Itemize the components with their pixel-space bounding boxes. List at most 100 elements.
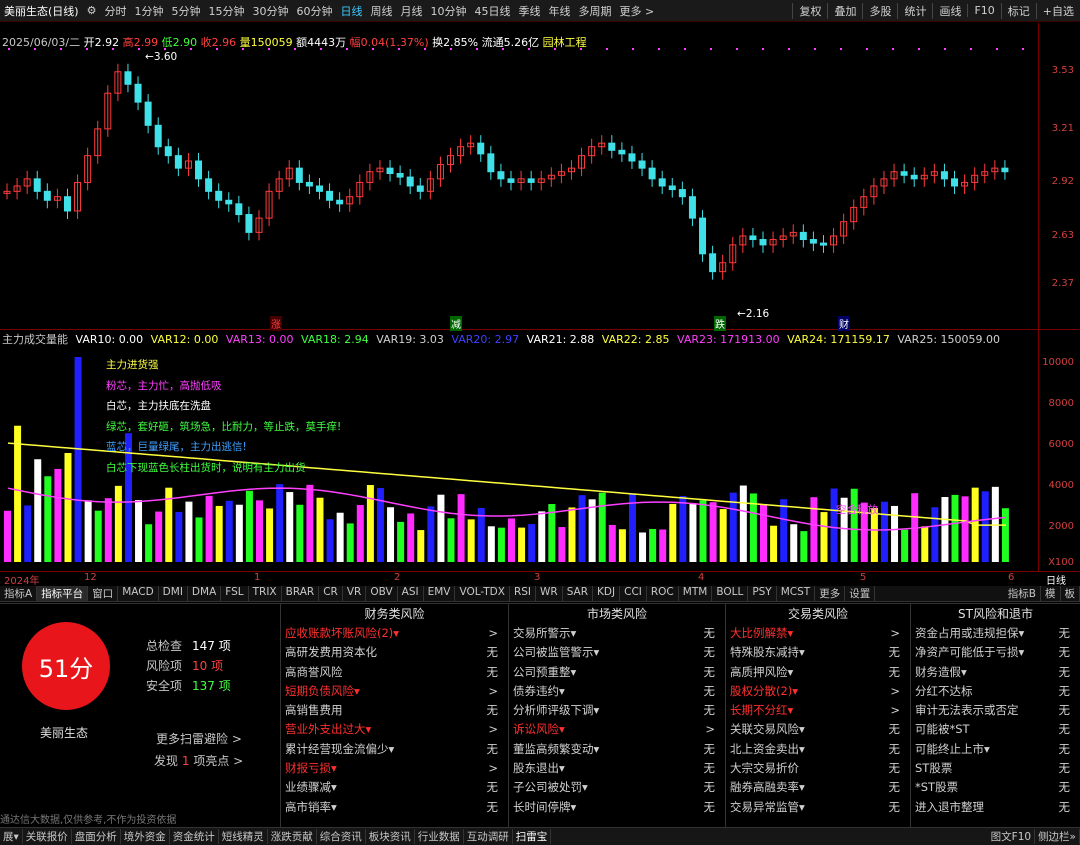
indicator-tab[interactable]: BOLL bbox=[712, 586, 749, 601]
status-button[interactable]: 侧边栏» bbox=[1035, 829, 1080, 844]
period-tab[interactable]: 1分钟 bbox=[130, 3, 167, 19]
risk-item[interactable]: 高质押风险▾ 无 bbox=[726, 663, 910, 682]
settings-icon[interactable]: ⚙ bbox=[83, 4, 101, 17]
risk-item[interactable]: 分红不达标 无 bbox=[911, 682, 1080, 701]
risk-item[interactable]: 分析师评级下调▾ 无 bbox=[509, 701, 725, 720]
risk-item[interactable]: 审计无法表示或否定 无 bbox=[911, 701, 1080, 720]
more-scan-link[interactable]: 更多扫雷避险 > bbox=[156, 730, 242, 747]
toolbar-button[interactable]: 统计 bbox=[897, 2, 932, 19]
risk-item[interactable]: 关联交易风险▾ 无 bbox=[726, 720, 910, 739]
indicator-tab[interactable]: BRAR bbox=[282, 586, 320, 601]
risk-item[interactable]: 可能终止上市▾ 无 bbox=[911, 740, 1080, 759]
toolbar-button[interactable]: 复权 bbox=[792, 2, 827, 19]
status-tab[interactable]: 短线精灵 bbox=[219, 829, 268, 844]
risk-item[interactable]: 特殊股东减持▾ 无 bbox=[726, 643, 910, 662]
highlight-link[interactable]: 发现 1 项亮点 > bbox=[154, 752, 243, 769]
indicator-tab[interactable]: ROC bbox=[647, 586, 679, 601]
risk-item[interactable]: 高商誉风险 无 bbox=[281, 663, 508, 682]
indicator-tab[interactable]: SAR bbox=[563, 586, 594, 601]
risk-item[interactable]: *ST股票 无 bbox=[911, 778, 1080, 797]
risk-item[interactable]: 公司被监管警示▾ 无 bbox=[509, 643, 725, 662]
risk-item[interactable]: 北上资金卖出▾ 无 bbox=[726, 740, 910, 759]
risk-item[interactable]: 交易异常监管▾ 无 bbox=[726, 798, 910, 817]
tag-finance[interactable]: 财 bbox=[838, 316, 850, 331]
period-tab[interactable]: 45日线 bbox=[470, 3, 514, 19]
candlestick-chart[interactable] bbox=[0, 23, 1038, 330]
toolbar-button[interactable]: 多股 bbox=[862, 2, 897, 19]
period-tab[interactable]: 日线 bbox=[336, 3, 366, 19]
status-tab[interactable]: 展▾ bbox=[0, 829, 23, 844]
status-button[interactable]: 图文F10 bbox=[988, 829, 1036, 844]
period-tab[interactable]: 60分钟 bbox=[292, 3, 336, 19]
indicator-tab[interactable]: RSI bbox=[510, 586, 536, 601]
indicator-tab[interactable]: MCST bbox=[777, 586, 816, 601]
indicator-tab[interactable]: 指标平台 bbox=[37, 586, 89, 601]
risk-item[interactable]: ST股票 无 bbox=[911, 759, 1080, 778]
toolbar-button[interactable]: +自选 bbox=[1035, 2, 1080, 19]
indicator-tab[interactable]: CCI bbox=[620, 586, 647, 601]
risk-item[interactable]: 短期负债风险▾ > bbox=[281, 682, 508, 701]
status-tab[interactable]: 综合资讯 bbox=[317, 829, 366, 844]
period-tab[interactable]: 分时 bbox=[100, 3, 130, 19]
indicator-tab[interactable]: 更多 bbox=[815, 586, 846, 601]
risk-item[interactable]: 资金占用或违规担保▾ 无 bbox=[911, 624, 1080, 643]
risk-item[interactable]: 交易所警示▾ 无 bbox=[509, 624, 725, 643]
toolbar-button[interactable]: 画线 bbox=[932, 2, 967, 19]
indicator-tab[interactable]: KDJ bbox=[593, 586, 621, 601]
status-tab[interactable]: 境外资金 bbox=[121, 829, 170, 844]
risk-item[interactable]: 大比例解禁▾ > bbox=[726, 624, 910, 643]
indicator-tab[interactable]: DMI bbox=[159, 586, 188, 601]
risk-item[interactable]: 长期不分红▾ > bbox=[726, 701, 910, 720]
status-tab[interactable]: 盘面分析 bbox=[72, 829, 121, 844]
period-tab[interactable]: 多周期 bbox=[574, 3, 615, 19]
period-tab[interactable]: 周线 bbox=[366, 3, 396, 19]
risk-item[interactable]: 子公司被处罚▾ 无 bbox=[509, 778, 725, 797]
indicator-tab-right[interactable]: 模 bbox=[1041, 586, 1061, 601]
volume-panel[interactable]: 主力成交量能 VAR10: 0.00 VAR12: 0.00 VAR13: 0.… bbox=[0, 330, 1080, 572]
indicator-tab[interactable]: CR bbox=[319, 586, 343, 601]
indicator-tab[interactable]: 设置 bbox=[845, 586, 876, 601]
risk-item[interactable]: 股权分散(2)▾ > bbox=[726, 682, 910, 701]
risk-item[interactable]: 财务造假▾ 无 bbox=[911, 663, 1080, 682]
indicator-tab[interactable]: OBV bbox=[366, 586, 398, 601]
indicator-tab[interactable]: 窗口 bbox=[88, 586, 119, 601]
indicator-tab[interactable]: 指标A bbox=[0, 586, 38, 601]
indicator-tab[interactable]: TRIX bbox=[249, 586, 282, 601]
period-tab[interactable]: 更多 > bbox=[615, 3, 658, 19]
risk-item[interactable]: 公司预重整▾ 无 bbox=[509, 663, 725, 682]
indicator-tab-right[interactable]: 板 bbox=[1061, 586, 1080, 601]
risk-item[interactable]: 融券高融卖率▾ 无 bbox=[726, 778, 910, 797]
risk-item[interactable]: 可能被*ST 无 bbox=[911, 720, 1080, 739]
risk-item[interactable]: 财报亏损▾ > bbox=[281, 759, 508, 778]
status-tab[interactable]: 涨跌贡献 bbox=[268, 829, 317, 844]
risk-item[interactable]: 净资产可能低于亏损▾ 无 bbox=[911, 643, 1080, 662]
period-tab[interactable]: 10分钟 bbox=[426, 3, 470, 19]
status-tab[interactable]: 关联报价 bbox=[23, 829, 72, 844]
risk-item[interactable]: 长时间停牌▾ 无 bbox=[509, 798, 725, 817]
tag-down[interactable]: 跌 bbox=[714, 316, 726, 331]
period-tab[interactable]: 季线 bbox=[514, 3, 544, 19]
tag-reduce[interactable]: 减 bbox=[450, 316, 462, 331]
toolbar-button[interactable]: 标记 bbox=[1000, 2, 1036, 19]
risk-item[interactable]: 营业外支出过大▾ > bbox=[281, 720, 508, 739]
status-tab[interactable]: 互动调研 bbox=[464, 829, 513, 844]
toolbar-button[interactable]: 叠加 bbox=[827, 2, 862, 19]
period-tab[interactable]: 30分钟 bbox=[248, 3, 292, 19]
risk-item[interactable]: 业绩骤减▾ 无 bbox=[281, 778, 508, 797]
risk-item[interactable]: 进入退市整理 无 bbox=[911, 798, 1080, 817]
indicator-tab[interactable]: WR bbox=[536, 586, 563, 601]
risk-item[interactable]: 大宗交易折价 无 bbox=[726, 759, 910, 778]
risk-item[interactable]: 股东退出▾ 无 bbox=[509, 759, 725, 778]
status-tab[interactable]: 资金统计 bbox=[170, 829, 219, 844]
indicator-tab[interactable]: DMA bbox=[188, 586, 222, 601]
indicator-tab[interactable]: MACD bbox=[118, 586, 159, 601]
status-tab[interactable]: 扫雷宝 bbox=[513, 829, 552, 844]
risk-item[interactable]: 诉讼风险▾ > bbox=[509, 720, 725, 739]
indicator-tab-right[interactable]: 指标B bbox=[1004, 586, 1041, 601]
status-tab[interactable]: 行业数据 bbox=[415, 829, 464, 844]
period-tab[interactable]: 月线 bbox=[396, 3, 426, 19]
indicator-tab[interactable]: FSL bbox=[221, 586, 249, 601]
period-tab[interactable]: 15分钟 bbox=[204, 3, 248, 19]
period-tab[interactable]: 5分钟 bbox=[167, 3, 204, 19]
toolbar-button[interactable]: F10 bbox=[967, 4, 1000, 17]
